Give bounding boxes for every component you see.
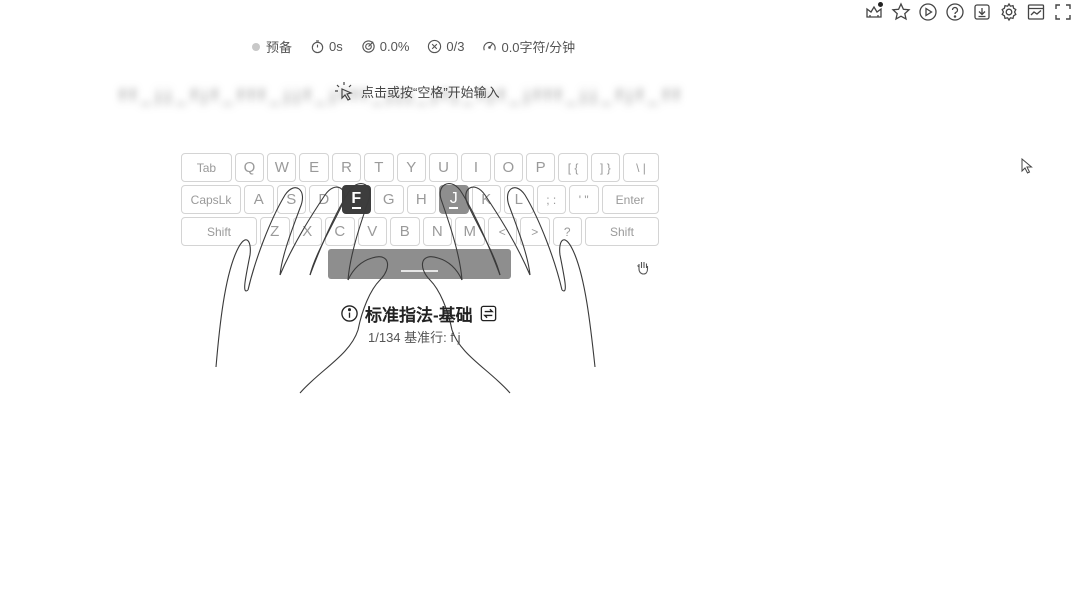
key-quote: ' "	[569, 185, 599, 214]
star-icon[interactable]	[891, 2, 911, 22]
key-n: N	[422, 217, 452, 246]
key-v: V	[357, 217, 387, 246]
key-space	[328, 249, 511, 279]
key-tab: Tab	[181, 153, 232, 182]
target-icon	[362, 40, 375, 53]
speed-stat: 0.0字符/分钟	[482, 37, 575, 56]
prompt-text: 点击或按“空格”开始输入	[361, 84, 500, 100]
time-value: 0s	[329, 39, 343, 54]
key-e: E	[299, 153, 329, 182]
key-open-bracket: [ {	[558, 153, 588, 182]
timer-icon	[311, 40, 324, 54]
errors-value: 0/3	[446, 39, 465, 54]
key-a: A	[244, 185, 274, 214]
key-period: >	[520, 217, 550, 246]
key-l: L	[504, 185, 534, 214]
key-comma: <	[487, 217, 517, 246]
help-icon[interactable]	[945, 2, 965, 22]
settings-icon[interactable]	[999, 2, 1019, 22]
lesson-title-text: 标准指法-基础	[365, 306, 473, 325]
key-z: Z	[260, 217, 290, 246]
keyboard-row-top: Tab Q W E R T Y U I O P [ { ] } \ |	[181, 153, 659, 182]
download-icon[interactable]	[972, 2, 992, 22]
key-j-label: J	[449, 189, 458, 207]
key-w: W	[267, 153, 297, 182]
errors-stat: 0/3	[427, 39, 464, 54]
key-s: S	[276, 185, 306, 214]
key-p: P	[526, 153, 556, 182]
key-close-bracket: ] }	[590, 153, 621, 182]
key-x: X	[292, 217, 322, 246]
status-dot	[252, 42, 260, 51]
top-toolbar	[864, 2, 1073, 22]
key-enter: Enter	[601, 185, 659, 214]
key-shift-right: Shift	[585, 217, 659, 246]
error-icon	[428, 39, 442, 54]
notification-dot	[878, 2, 883, 7]
key-u: U	[428, 153, 459, 182]
home-bump	[449, 206, 459, 209]
key-f-label: F	[351, 189, 362, 207]
key-y: Y	[396, 153, 426, 182]
click-pointer-icon	[335, 82, 353, 101]
lesson-subtitle-text: 基准行: f j	[404, 330, 461, 345]
key-slash: ?	[552, 217, 582, 246]
info-icon[interactable]	[340, 304, 359, 323]
key-c: C	[325, 217, 355, 246]
key-b: B	[390, 217, 420, 246]
lesson-title: 标准指法-基础	[340, 301, 498, 326]
key-shift-left: Shift	[181, 217, 257, 246]
virtual-keyboard: Tab Q W E R T Y U I O P [ { ] } \ | Caps…	[181, 153, 659, 249]
play-icon[interactable]	[918, 2, 938, 22]
key-d: D	[309, 185, 339, 214]
status-text: 预备	[266, 40, 293, 55]
space-underline	[401, 270, 438, 272]
key-m: M	[455, 217, 485, 246]
key-g: G	[374, 185, 404, 214]
key-backslash: \ |	[623, 153, 659, 182]
lesson-progress: 1/134	[368, 330, 401, 345]
key-q: Q	[234, 153, 265, 182]
accuracy-stat: 0.0%	[361, 39, 410, 54]
hand-toggle-icon[interactable]	[635, 259, 651, 275]
key-o: O	[493, 153, 523, 182]
fullscreen-icon[interactable]	[1053, 2, 1073, 22]
status-stat: 预备	[252, 37, 292, 56]
key-t: T	[364, 153, 394, 182]
switch-lesson-icon[interactable]	[479, 304, 498, 323]
keyboard-row-bottom: Shift Z X C V B N M < > ? Shift	[181, 217, 659, 246]
time-stat: 0s	[310, 39, 343, 54]
speedometer-icon	[483, 41, 497, 51]
crown-icon[interactable]	[864, 2, 884, 22]
keyboard-row-home: CapsLk A S D F G H J K L ; : ' " Enter	[181, 185, 659, 214]
speed-value: 0.0字符/分钟	[501, 40, 576, 55]
key-r: R	[331, 153, 362, 182]
key-f: F	[341, 185, 371, 214]
mouse-cursor-icon	[1021, 158, 1033, 174]
stats-bar: 预备 0s 0.0% 0/3 0.0字符/分钟	[252, 37, 575, 56]
accuracy-value: 0.0%	[379, 39, 410, 54]
key-i: I	[461, 153, 491, 182]
home-bump	[351, 206, 361, 209]
key-k: K	[471, 185, 501, 214]
lesson-subtitle: 1/134 基准行: f j	[368, 327, 461, 346]
key-capslock: CapsLk	[181, 185, 241, 214]
key-j: J	[439, 185, 469, 214]
chart-icon[interactable]	[1026, 2, 1046, 22]
start-prompt[interactable]: 点击或按“空格”开始输入	[333, 80, 500, 102]
key-h: H	[406, 185, 436, 214]
key-semicolon: ; :	[536, 185, 566, 214]
